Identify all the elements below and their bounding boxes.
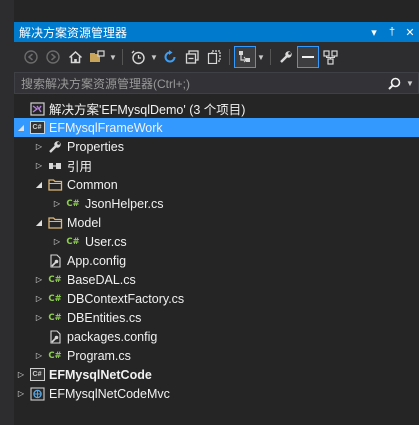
solution-explorer-panel: 解决方案资源管理器 ▾ † ✕ ▼ ▼ ▼ 搜索解决方案资源管理器(Ctrl+;… xyxy=(14,0,419,425)
folder-icon xyxy=(46,213,64,232)
tree-label: EFMysqlFrameWork xyxy=(49,120,163,135)
csharp-file-icon: C# xyxy=(48,274,62,285)
csharp-file-icon: C# xyxy=(48,293,62,304)
switch-views-icon[interactable] xyxy=(86,46,108,68)
tree-label: App.config xyxy=(67,253,127,268)
search-box[interactable]: 搜索解决方案资源管理器(Ctrl+;) ▼ xyxy=(14,72,419,94)
panel-toolbar: ▼ ▼ ▼ xyxy=(14,42,419,72)
solution-icon xyxy=(28,99,46,118)
expand-arrow-icon[interactable]: ▷ xyxy=(32,346,46,365)
tree-row-item[interactable]: ▷ C# User.cs xyxy=(14,232,419,251)
expand-arrow-icon[interactable]: ▷ xyxy=(32,270,46,289)
tree-row-project[interactable]: ◢ C# EFMysqlFrameWork xyxy=(14,118,419,137)
switch-views-dropdown-icon[interactable]: ▼ xyxy=(108,53,118,62)
panel-title: 解决方案资源管理器 xyxy=(19,25,128,40)
tree-label: JsonHelper.cs xyxy=(85,196,164,211)
panel-titlebar: 解决方案资源管理器 ▾ † ✕ xyxy=(14,22,419,42)
csharp-file-icon: C# xyxy=(66,236,80,247)
expand-arrow-icon[interactable]: ▷ xyxy=(50,232,64,251)
tree-row-item[interactable]: packages.config xyxy=(14,327,419,346)
tree-label: 引用 xyxy=(67,160,93,174)
close-icon[interactable]: ✕ xyxy=(401,26,419,39)
csharp-file-icon: C# xyxy=(66,198,80,209)
tree-row-item[interactable]: ▷ 引用 xyxy=(14,156,419,175)
csharp-file-icon: C# xyxy=(48,350,62,361)
web-project-icon xyxy=(28,384,46,403)
tree-label: packages.config xyxy=(67,329,158,344)
tree-row-item[interactable]: ▷ C# JsonHelper.cs xyxy=(14,194,419,213)
config-file-icon xyxy=(46,251,64,270)
sync-dropdown-icon[interactable]: ▼ xyxy=(256,53,266,62)
tree-row-item[interactable]: ▷ C# BaseDAL.cs xyxy=(14,270,419,289)
collapse-all-icon[interactable] xyxy=(181,46,203,68)
preview-selected-items-icon[interactable] xyxy=(297,46,319,68)
tree-label: Program.cs xyxy=(67,348,131,363)
folder-icon xyxy=(46,175,64,194)
search-options-dropdown-icon[interactable]: ▼ xyxy=(406,79,418,88)
tree-row-solution[interactable]: 解决方案'EFMysqlDemo' (3 个项目) xyxy=(14,99,419,118)
sync-with-active-document-icon[interactable] xyxy=(234,46,256,68)
tree-label: Model xyxy=(67,215,102,230)
tree-row-project[interactable]: ▷ EFMysqlNetCodeMvc xyxy=(14,384,419,403)
toolbar-separator xyxy=(122,49,123,65)
left-dock-strip xyxy=(0,0,14,425)
home-icon[interactable] xyxy=(64,46,86,68)
show-all-files-icon[interactable] xyxy=(203,46,225,68)
properties-wrench-icon[interactable] xyxy=(275,46,297,68)
tree-label: User.cs xyxy=(85,234,127,249)
tree-label: EFMysqlNetCode xyxy=(49,367,152,382)
expand-arrow-icon[interactable]: ▷ xyxy=(32,156,46,175)
tree-row-item[interactable]: ▷ C# DBEntities.cs xyxy=(14,308,419,327)
tree-row-item[interactable]: ◢ Common xyxy=(14,175,419,194)
tree-label: DBContextFactory.cs xyxy=(67,291,185,306)
collapse-arrow-icon[interactable]: ◢ xyxy=(32,175,46,194)
search-icon[interactable] xyxy=(388,77,406,90)
collapse-arrow-icon[interactable]: ◢ xyxy=(14,118,28,137)
toolbar-separator xyxy=(270,49,271,65)
back-icon[interactable] xyxy=(20,46,42,68)
tree-label: EFMysqlNetCodeMvc xyxy=(49,386,170,401)
tree-row-item[interactable]: ▷ Properties xyxy=(14,137,419,156)
forward-icon[interactable] xyxy=(42,46,64,68)
search-input[interactable]: 搜索解决方案资源管理器(Ctrl+;) xyxy=(15,75,388,92)
expand-arrow-icon[interactable]: ▷ xyxy=(32,289,46,308)
class-diagram-icon[interactable] xyxy=(319,46,341,68)
tree-label: Properties xyxy=(67,139,124,154)
refresh-icon[interactable] xyxy=(159,46,181,68)
pending-changes-filter-icon[interactable] xyxy=(127,46,149,68)
tree-row-item[interactable]: ▷ C# Program.cs xyxy=(14,346,419,365)
tree-label: 解决方案'EFMysqlDemo' (3 个项目) xyxy=(49,103,246,117)
csharp-project-icon: C# xyxy=(28,365,46,384)
solution-tree: 解决方案'EFMysqlDemo' (3 个项目) ◢ C# EFMysqlFr… xyxy=(14,99,419,403)
csharp-project-icon: C# xyxy=(28,118,46,137)
collapse-arrow-icon[interactable]: ◢ xyxy=(32,213,46,232)
auto-hide-pin-icon[interactable]: † xyxy=(383,26,401,38)
wrench-icon xyxy=(46,137,64,156)
expand-arrow-icon[interactable]: ▷ xyxy=(50,194,64,213)
references-icon xyxy=(46,156,64,175)
tree-row-item[interactable]: ◢ Model xyxy=(14,213,419,232)
csharp-file-icon: C# xyxy=(48,312,62,323)
config-file-icon xyxy=(46,327,64,346)
tree-row-item[interactable]: App.config xyxy=(14,251,419,270)
tree-row-project[interactable]: ▷ C# EFMysqlNetCode xyxy=(14,365,419,384)
expand-arrow-icon[interactable]: ▷ xyxy=(14,365,28,384)
filter-dropdown-icon[interactable]: ▼ xyxy=(149,53,159,62)
window-position-dropdown-icon[interactable]: ▾ xyxy=(365,26,383,39)
expand-arrow-icon[interactable]: ▷ xyxy=(32,137,46,156)
tree-row-item[interactable]: ▷ C# DBContextFactory.cs xyxy=(14,289,419,308)
tree-label: BaseDAL.cs xyxy=(67,272,136,287)
tree-label: DBEntities.cs xyxy=(67,310,142,325)
toolbar-separator xyxy=(229,49,230,65)
expand-arrow-icon[interactable]: ▷ xyxy=(32,308,46,327)
expand-arrow-icon[interactable]: ▷ xyxy=(14,384,28,403)
tree-label: Common xyxy=(67,177,118,192)
